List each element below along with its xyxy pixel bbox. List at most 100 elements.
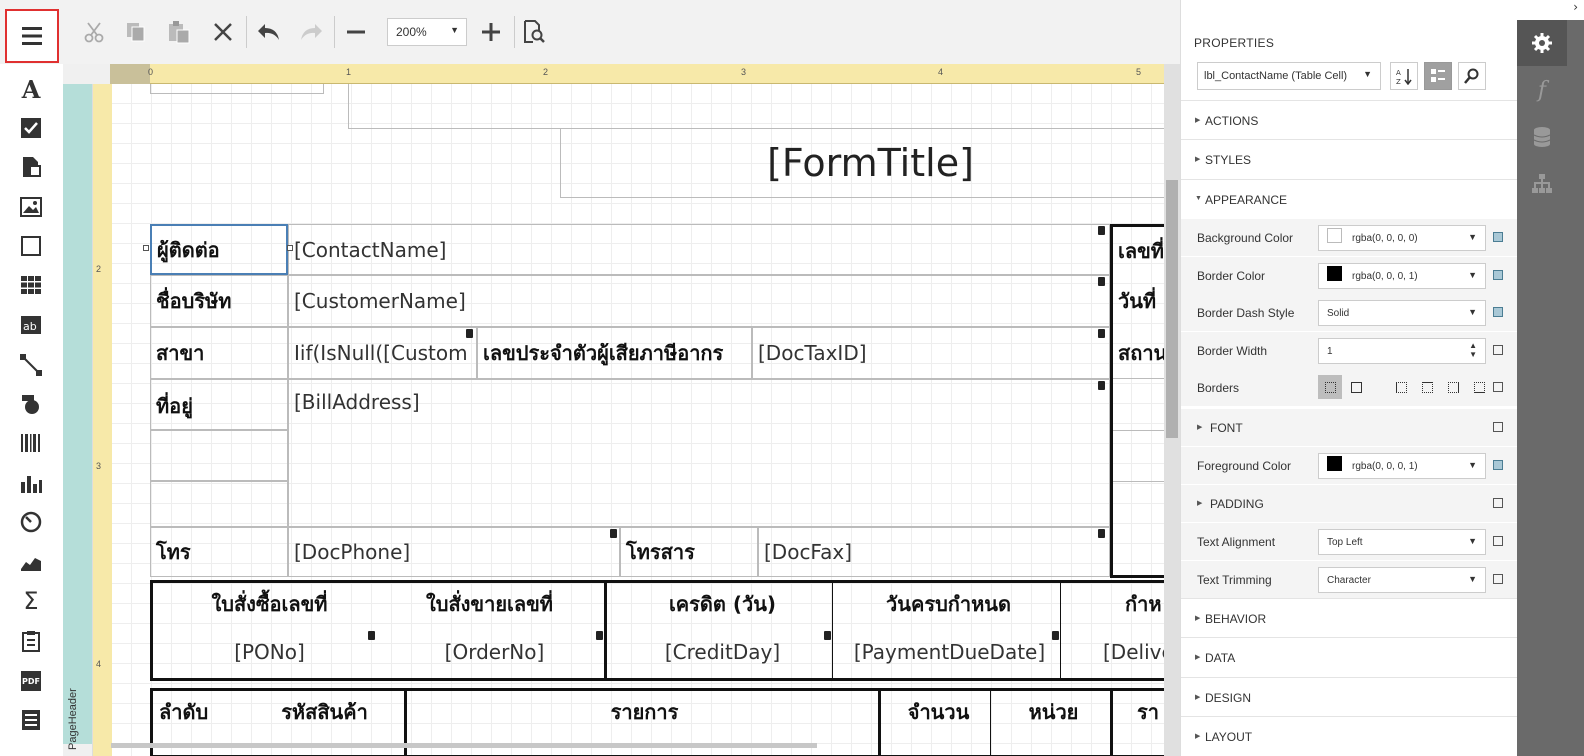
address-label-cell[interactable]: ที่อยู่	[150, 379, 288, 430]
tool-shape[interactable]	[18, 391, 44, 417]
default-checkbox[interactable]	[1493, 307, 1503, 317]
prop-text-alignment[interactable]: Text Alignment Top Left ▼	[1181, 523, 1518, 560]
summary-header-cell[interactable]: ใบสั่งขายเลขที่	[382, 586, 592, 622]
select-editor[interactable]: Character ▼	[1318, 567, 1486, 593]
taxid-value-cell[interactable]: [DocTaxID]	[752, 327, 1110, 379]
detail-header-cell[interactable]: หน่วย	[994, 694, 1108, 730]
delete-button[interactable]	[207, 16, 239, 48]
select-editor[interactable]: Solid ▼	[1318, 300, 1486, 326]
taxid-label-cell[interactable]: เลขประจำตัวผู้เสียภาษีอากร	[477, 327, 752, 379]
categorize-button[interactable]	[1424, 62, 1452, 90]
default-checkbox[interactable]	[1493, 536, 1503, 546]
tab-expressions[interactable]: f	[1517, 67, 1567, 113]
smart-tag-icon[interactable]	[1098, 381, 1105, 390]
tool-rich-text[interactable]	[18, 154, 44, 180]
phone-label-cell[interactable]: โทร	[150, 527, 288, 577]
tool-panel[interactable]	[18, 233, 44, 259]
spin-icon[interactable]: ▲ ▼	[1469, 341, 1477, 359]
default-checkbox[interactable]	[1493, 422, 1503, 432]
summary-value-cell[interactable]: [CreditDay]	[610, 634, 830, 670]
search-button[interactable]	[1458, 62, 1486, 90]
tool-pdf-content[interactable]: PDF	[18, 668, 44, 694]
tool-barcode[interactable]	[18, 430, 44, 456]
redo-button[interactable]	[295, 16, 327, 48]
summary-value-cell[interactable]: [OrderNo]	[382, 634, 602, 670]
paste-button[interactable]	[163, 16, 195, 48]
smart-tag-icon[interactable]	[824, 631, 831, 640]
prop-font[interactable]: FONT ▶	[1181, 409, 1518, 446]
default-checkbox[interactable]	[1493, 270, 1503, 280]
color-editor[interactable]: rgba(0, 0, 0, 0) ▼	[1318, 225, 1486, 251]
section-appearance[interactable]: ▼ APPEARANCE	[1181, 179, 1518, 218]
border-all-button[interactable]	[1318, 375, 1342, 399]
section-behavior[interactable]: ▶ BEHAVIOR	[1181, 598, 1518, 637]
tool-table-of-contents[interactable]	[18, 707, 44, 733]
prop-padding[interactable]: PADDING ▶	[1181, 485, 1518, 522]
smart-tag-icon[interactable]	[1052, 631, 1059, 640]
prop-text-trimming[interactable]: Text Trimming Character ▼	[1181, 561, 1518, 598]
cut-button[interactable]	[78, 16, 110, 48]
company-value-cell[interactable]: [CustomerName]	[288, 275, 1110, 327]
border-top-icon[interactable]	[1422, 382, 1433, 393]
prop-foreground-color[interactable]: Foreground Color rgba(0, 0, 0, 1) ▼	[1181, 447, 1518, 484]
contact-label-cell[interactable]: ผู้ติดต่อ	[150, 224, 288, 275]
border-left-icon[interactable]	[1396, 382, 1407, 393]
tool-checkbox[interactable]	[18, 115, 44, 141]
tool-chart[interactable]	[18, 470, 44, 496]
branch-label-cell[interactable]: สาขา	[150, 327, 288, 379]
tool-table[interactable]	[18, 272, 44, 298]
prop-background-color[interactable]: Background Color rgba(0, 0, 0, 0) ▼	[1181, 219, 1518, 256]
default-checkbox[interactable]	[1493, 382, 1503, 392]
tool-summary[interactable]: Σ	[18, 587, 44, 615]
tool-sparkline[interactable]	[18, 549, 44, 575]
summary-value-cell[interactable]: [PaymentDueDate]	[836, 634, 1058, 670]
empty-cell[interactable]	[150, 430, 288, 481]
smart-tag-icon[interactable]	[368, 631, 375, 640]
default-checkbox[interactable]	[1493, 498, 1503, 508]
select-editor[interactable]: Top Left ▼	[1318, 529, 1486, 555]
default-checkbox[interactable]	[1493, 460, 1503, 470]
default-checkbox[interactable]	[1493, 574, 1503, 584]
tool-gauge[interactable]	[18, 509, 44, 535]
tool-character-comb[interactable]: ab	[18, 312, 44, 338]
tab-field-list[interactable]	[1517, 114, 1567, 160]
section-layout[interactable]: ▶ LAYOUT	[1181, 716, 1518, 755]
resize-handle[interactable]	[287, 245, 293, 251]
form-title-label[interactable]: [FormTitle]	[560, 129, 1180, 198]
prop-border-width[interactable]: Border Width 1 ▲ ▼	[1181, 332, 1518, 369]
tab-report-explorer[interactable]	[1517, 161, 1567, 207]
border-right-icon[interactable]	[1448, 382, 1459, 393]
component-selector[interactable]: lbl_ContactName (Table Cell) ▼	[1197, 62, 1381, 90]
undo-button[interactable]	[253, 16, 285, 48]
detail-header-cell[interactable]: จำนวน	[884, 694, 988, 730]
border-box-icon[interactable]	[1351, 382, 1362, 393]
header-box[interactable]	[348, 84, 1180, 129]
menu-button[interactable]	[5, 9, 59, 63]
sort-button[interactable]: AZ	[1390, 62, 1418, 90]
summary-header-cell[interactable]: เครดิต (วัน)	[610, 586, 830, 622]
smart-tag-icon[interactable]	[1098, 329, 1105, 338]
horizontal-scrollbar-thumb[interactable]	[111, 743, 817, 748]
tool-picture[interactable]	[18, 194, 44, 220]
prop-borders[interactable]: Borders	[1181, 369, 1518, 406]
summary-header-cell[interactable]: วันครบกำหนด	[836, 586, 1056, 622]
default-checkbox[interactable]	[1493, 232, 1503, 242]
section-styles[interactable]: ▶ STYLES	[1181, 139, 1518, 178]
detail-header-cell[interactable]: ลำดับ	[154, 694, 234, 730]
smart-tag-icon[interactable]	[1098, 277, 1105, 286]
summary-value-cell[interactable]: [PONo]	[162, 634, 372, 670]
section-actions[interactable]: ▶ ACTIONS	[1181, 100, 1518, 139]
fax-value-cell[interactable]: [DocFax]	[758, 527, 1110, 577]
smart-tag-icon[interactable]	[1098, 529, 1105, 538]
detail-header-cell[interactable]: รายการ	[412, 694, 872, 730]
vertical-scrollbar-thumb[interactable]	[1166, 180, 1178, 438]
default-checkbox[interactable]	[1493, 345, 1503, 355]
resize-handle[interactable]	[143, 245, 149, 251]
copy-button[interactable]	[120, 16, 152, 48]
design-surface[interactable]: PageHeader 2 3 4 0 1 2 3 4 5 [FormTitle]…	[63, 64, 1180, 756]
smart-tag-icon[interactable]	[1098, 226, 1105, 235]
contact-value-cell[interactable]: [ContactName]	[288, 224, 1110, 275]
band-strip[interactable]: PageHeader	[63, 84, 92, 750]
preview-button[interactable]	[518, 16, 550, 48]
phone-value-cell[interactable]: [DocPhone]	[288, 527, 620, 577]
